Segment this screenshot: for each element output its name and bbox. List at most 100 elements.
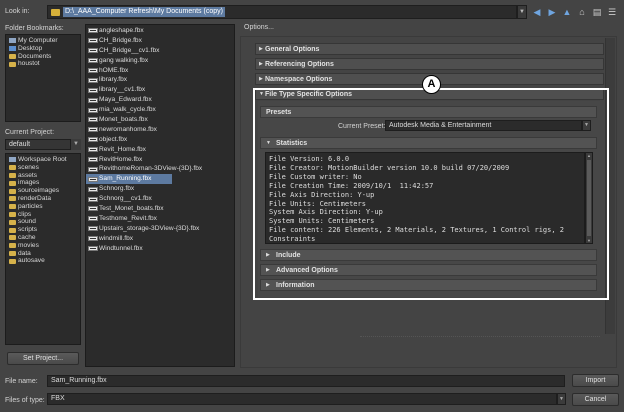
folder-icon — [9, 188, 16, 194]
project-folder-item[interactable]: cache — [9, 234, 77, 242]
project-folder-label: autosave — [18, 257, 45, 265]
project-folder-item[interactable]: renderData — [9, 195, 77, 203]
bookmark-item[interactable]: houstot — [9, 60, 77, 68]
bookmark-item[interactable]: Desktop — [9, 45, 77, 53]
forward-arrow-icon[interactable]: ▶ — [546, 6, 558, 18]
bookmark-item[interactable]: Documents — [9, 53, 77, 61]
project-folder-item[interactable]: assets — [9, 172, 77, 180]
expand-arrow-icon: ▶ — [259, 46, 263, 52]
back-arrow-icon[interactable]: ◀ — [531, 6, 543, 18]
current-project-label: Current Project: — [5, 129, 55, 136]
file-list-item[interactable]: hOME.fbx — [86, 66, 234, 76]
set-project-button[interactable]: Set Project... — [7, 352, 79, 365]
referencing-options-section[interactable]: ▶ Referencing Options — [255, 58, 604, 70]
file-list-item[interactable]: object.fbx — [86, 135, 234, 145]
fbx-file-icon — [88, 68, 98, 73]
file-name-text: library__cv1.fbx — [99, 86, 146, 94]
project-folder-item[interactable]: particles — [9, 203, 77, 211]
chevron-down-icon[interactable]: ▼ — [70, 139, 81, 150]
fbx-file-icon — [88, 87, 98, 93]
file-name-text: Test_Monet_boats.fbx — [99, 205, 164, 213]
file-name-text: newromanhome.fbx — [99, 125, 157, 133]
bookmark-item[interactable]: My Computer — [9, 37, 77, 45]
chevron-down-icon[interactable]: ▼ — [557, 393, 566, 405]
file-name-text: Testhome_Revit.fbx — [99, 214, 157, 222]
project-folder-label: images — [18, 179, 40, 187]
bookmark-icon[interactable]: ▤ — [591, 6, 603, 18]
general-options-section[interactable]: ▶ General Options — [255, 43, 604, 55]
file-list-item[interactable]: newromanhome.fbx — [86, 125, 234, 135]
section-title: Referencing Options — [265, 61, 334, 68]
file-list-item[interactable]: Windtunnel.fbx — [86, 244, 234, 254]
folder-icon — [9, 258, 16, 264]
project-tree-panel: Workspace Root scenes assets images sourceim… — [5, 153, 81, 345]
file-list-item[interactable]: windmill.fbx — [86, 234, 234, 244]
file-name-text: Schnorg__cv1.fbx — [99, 195, 152, 203]
section-title: General Options — [265, 46, 320, 53]
file-list-item[interactable]: Maya_Edward.fbx — [86, 95, 234, 105]
file-list-item[interactable]: RevithomeRoman-3DView-{3D}.fbx — [86, 164, 234, 174]
folder-icon — [9, 196, 16, 202]
fbx-file-icon — [88, 107, 98, 113]
project-folder-label: clips — [18, 210, 32, 218]
file-list-item[interactable]: Testhome_Revit.fbx — [86, 214, 234, 224]
project-folder-item[interactable]: autosave — [9, 257, 77, 265]
file-list-item[interactable]: Test_Monet_boats.fbx — [86, 204, 234, 214]
fbx-file-icon — [88, 38, 98, 44]
up-folder-icon[interactable]: ▲ — [561, 6, 573, 18]
file-name-input[interactable]: Sam_Running.fbx — [47, 375, 565, 387]
project-folder-item[interactable]: data — [9, 250, 77, 258]
file-name-text: Schnorg.fbx — [99, 185, 135, 193]
look-in-dropdown-button[interactable]: ▼ — [517, 5, 527, 19]
file-list-item[interactable]: Schnorg__cv1.fbx — [86, 194, 234, 204]
import-button[interactable]: Import — [572, 374, 619, 387]
project-folder-item[interactable]: sound — [9, 218, 77, 226]
file-list-item[interactable]: Monet_boats.fbx — [86, 115, 234, 125]
file-list-item[interactable]: CH_Bridge__cv1.fbx — [86, 46, 234, 56]
file-list-item[interactable]: Upstairs_storage-3DView-{3D}.fbx — [86, 224, 234, 234]
project-folder-item[interactable]: clips — [9, 211, 77, 219]
fbx-file-icon — [88, 117, 98, 123]
file-list-item[interactable]: Sam_Running.fbx — [86, 174, 172, 185]
project-folder-label: particles — [18, 202, 43, 210]
desktop-icon — [9, 46, 16, 52]
bookmark-label: Documents — [18, 52, 52, 60]
file-list-item[interactable]: gang walking.fbx — [86, 56, 234, 66]
file-list-item[interactable]: RevitHome.fbx — [86, 155, 234, 165]
home-icon[interactable]: ⌂ — [576, 6, 588, 18]
project-folder-label: data — [18, 249, 31, 257]
file-list-item[interactable]: library.fbx — [86, 75, 234, 85]
file-list-item[interactable]: library__cv1.fbx — [86, 85, 234, 95]
file-list-item[interactable]: mia_walk_cycle.fbx — [86, 105, 234, 115]
file-list-item[interactable]: Revit_Home.fbx — [86, 145, 234, 155]
file-name-text: CH_Bridge__cv1.fbx — [99, 46, 160, 54]
file-name-text: Monet_boats.fbx — [99, 116, 148, 124]
file-name-text: library.fbx — [99, 76, 128, 84]
file-name-text: object.fbx — [99, 135, 128, 143]
project-folder-item[interactable]: Workspace Root — [9, 156, 77, 164]
files-of-type-select[interactable]: FBX — [47, 393, 557, 405]
project-folder-item[interactable]: images — [9, 179, 77, 187]
cancel-button[interactable]: Cancel — [572, 393, 619, 406]
file-name-text: Revit_Home.fbx — [99, 145, 146, 153]
project-folder-item[interactable]: scripts — [9, 226, 77, 234]
menu-icon[interactable]: ☰ — [606, 6, 618, 18]
fbx-file-icon — [88, 216, 98, 222]
file-list-item[interactable]: Schnorg.fbx — [86, 184, 234, 194]
file-list-item[interactable]: angleshape.fbx — [86, 26, 234, 36]
project-folder-item[interactable]: scenes — [9, 164, 77, 172]
project-folder-item[interactable]: sourceimages — [9, 187, 77, 195]
file-name-text: angleshape.fbx — [99, 27, 144, 34]
options-label: Options... — [244, 24, 274, 31]
file-name-text: CH_Bridge.fbx — [99, 36, 142, 44]
project-folder-label: cache — [18, 233, 36, 241]
folder-icon — [9, 211, 16, 217]
project-folder-item[interactable]: movies — [9, 242, 77, 250]
look-in-path-field[interactable]: D:\_AAA_Computer Refresh\My Documents (c… — [47, 5, 517, 19]
bookmarks-panel: My Computer Desktop Documents houstot — [5, 34, 81, 122]
look-in-path-text: D:\_AAA_Computer Refresh\My Documents (c… — [63, 7, 225, 17]
file-name-text: RevitHome.fbx — [99, 155, 143, 163]
file-list-item[interactable]: CH_Bridge.fbx — [86, 36, 234, 46]
file-list-panel: angleshape.fbx CH_Bridge.fbx CH_Bridge__cv… — [85, 24, 235, 367]
project-folder-label: Workspace Root — [18, 156, 67, 163]
